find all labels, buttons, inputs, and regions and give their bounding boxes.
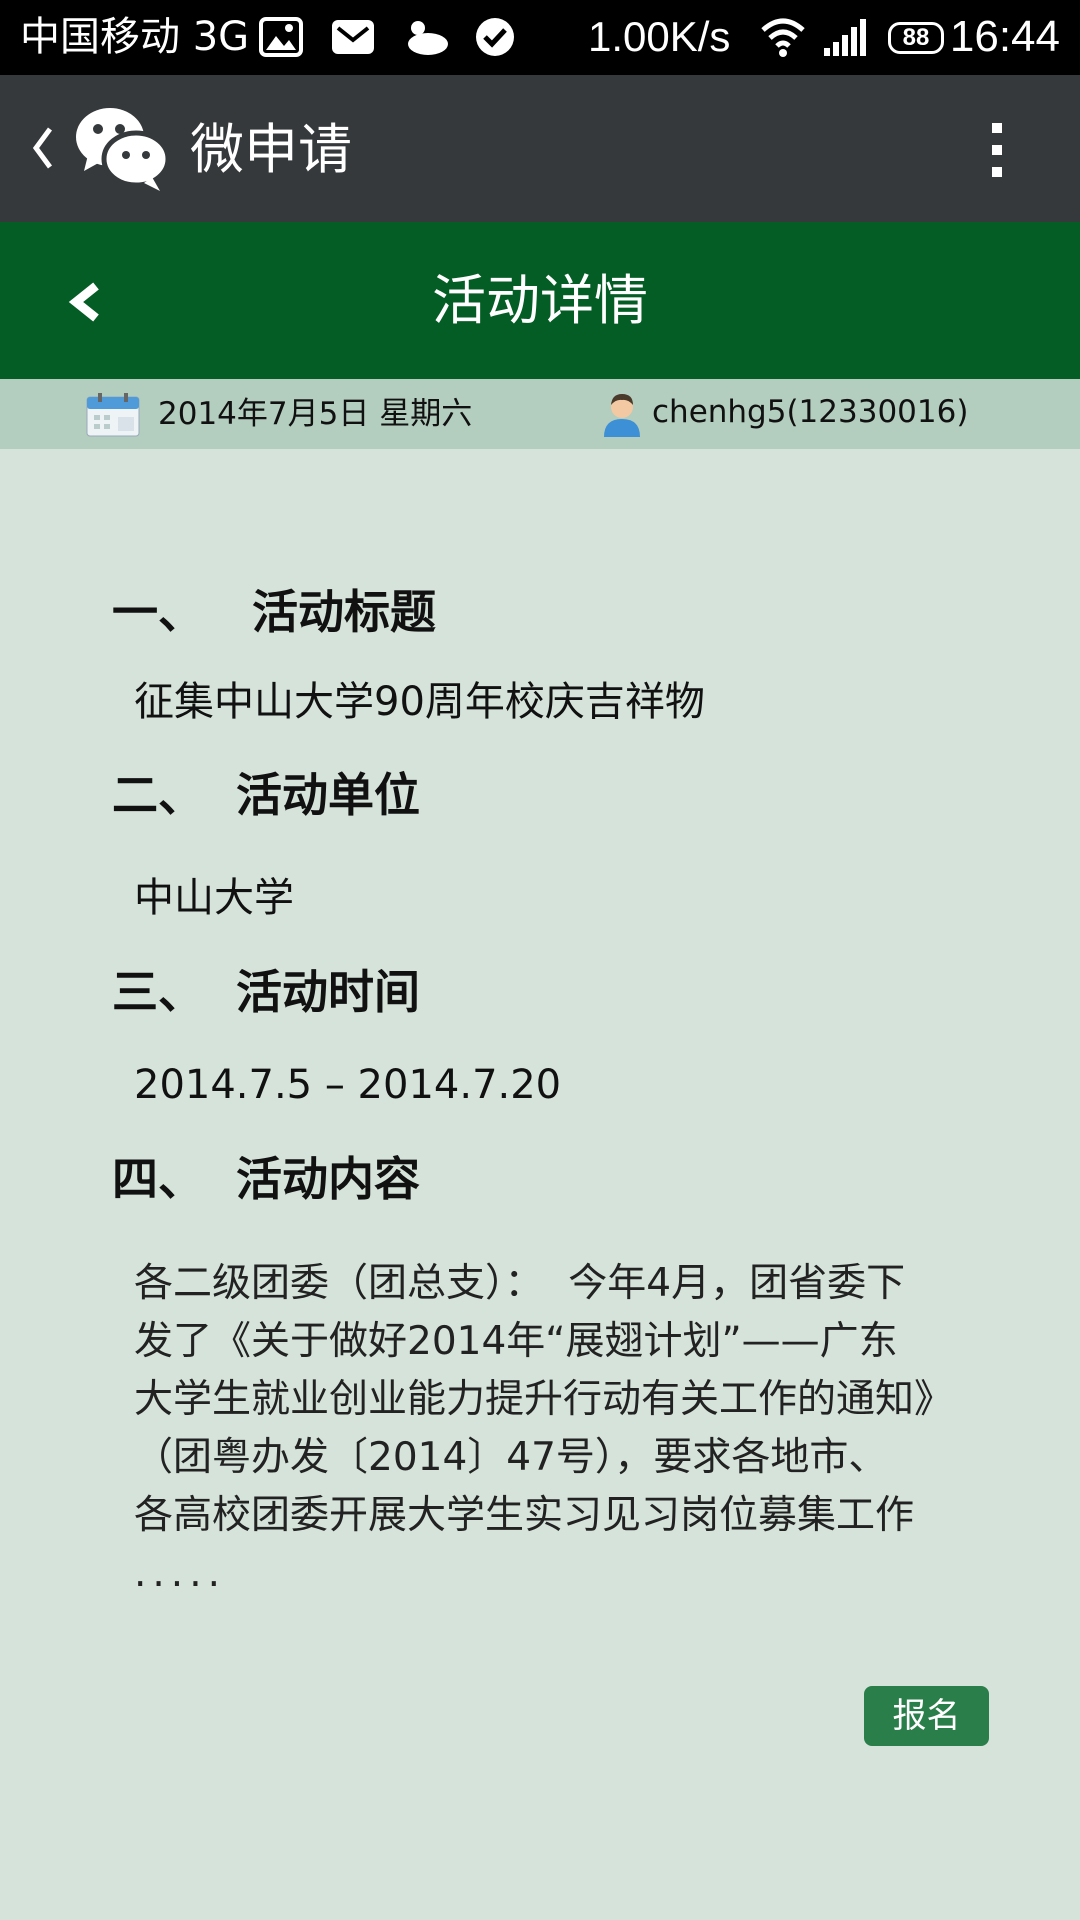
weather-cloud-icon bbox=[408, 21, 448, 55]
picture-notification-icon bbox=[259, 17, 303, 57]
activity-content-paragraph: 各二级团委（团总支）： 今年4月，团省委下 发了《关于做好2014年“展翅计划”… bbox=[134, 1255, 1034, 1603]
check-notification-icon bbox=[476, 18, 514, 56]
status-bar: 中国移动 3G 1.00K/s 88 16:44 bbox=[0, 0, 1080, 75]
activity-time-text: 2014.7.5 – 2014.7.20 bbox=[134, 1062, 562, 1108]
content-line: 发了《关于做好2014年“展翅计划”——广东 bbox=[134, 1319, 898, 1364]
signal-icon bbox=[824, 19, 866, 56]
network-speed: 1.00K/s bbox=[588, 13, 731, 60]
activity-date: 2014年7月5日 星期六 bbox=[158, 396, 473, 432]
content-line: 各二级团委（团总支）： 今年4月，团省委下 bbox=[134, 1261, 906, 1306]
content-line: （团粤办发〔2014〕47号），要求各地市、 bbox=[134, 1435, 888, 1480]
page-header: 活动详情 bbox=[0, 222, 1080, 379]
mail-notification-icon bbox=[332, 20, 374, 54]
section-heading-content: 四、 活动内容 bbox=[112, 1152, 421, 1206]
back-icon[interactable] bbox=[28, 113, 58, 183]
clock: 16:44 bbox=[949, 12, 1060, 61]
section-heading-organizer: 二、 活动单位 bbox=[112, 768, 421, 822]
section-heading-time: 三、 活动时间 bbox=[112, 965, 421, 1019]
user-avatar-icon bbox=[604, 394, 640, 437]
wechat-title-bar: 微申请 bbox=[0, 75, 1080, 222]
carrier-label: 中国移动 3G bbox=[20, 14, 250, 60]
section-heading-title: 一、 活动标题 bbox=[112, 585, 437, 639]
content-line: 各高校团委开展大学生实习见习岗位募集工作 bbox=[134, 1493, 915, 1538]
calendar-icon bbox=[86, 393, 140, 437]
info-bar: 2014年7月5日 星期六 chenhg5(12330016) bbox=[0, 379, 1080, 449]
content-line: 大学生就业创业能力提升行动有关工作的通知》 bbox=[134, 1377, 954, 1422]
wifi-icon bbox=[761, 18, 805, 57]
activity-organizer-text: 中山大学 bbox=[134, 875, 294, 921]
user-id: chenhg5(12330016) bbox=[652, 394, 969, 430]
content-line: ..... bbox=[134, 1551, 226, 1596]
wechat-app-title: 微申请 bbox=[190, 118, 352, 181]
wechat-logo-icon bbox=[76, 108, 170, 191]
more-menu-icon[interactable] bbox=[982, 115, 1012, 185]
page-title: 活动详情 bbox=[432, 269, 648, 332]
activity-title-text: 征集中山大学90周年校庆吉祥物 bbox=[134, 679, 705, 725]
battery-icon: 88 bbox=[888, 22, 944, 54]
signup-button[interactable]: 报名 bbox=[864, 1686, 989, 1746]
